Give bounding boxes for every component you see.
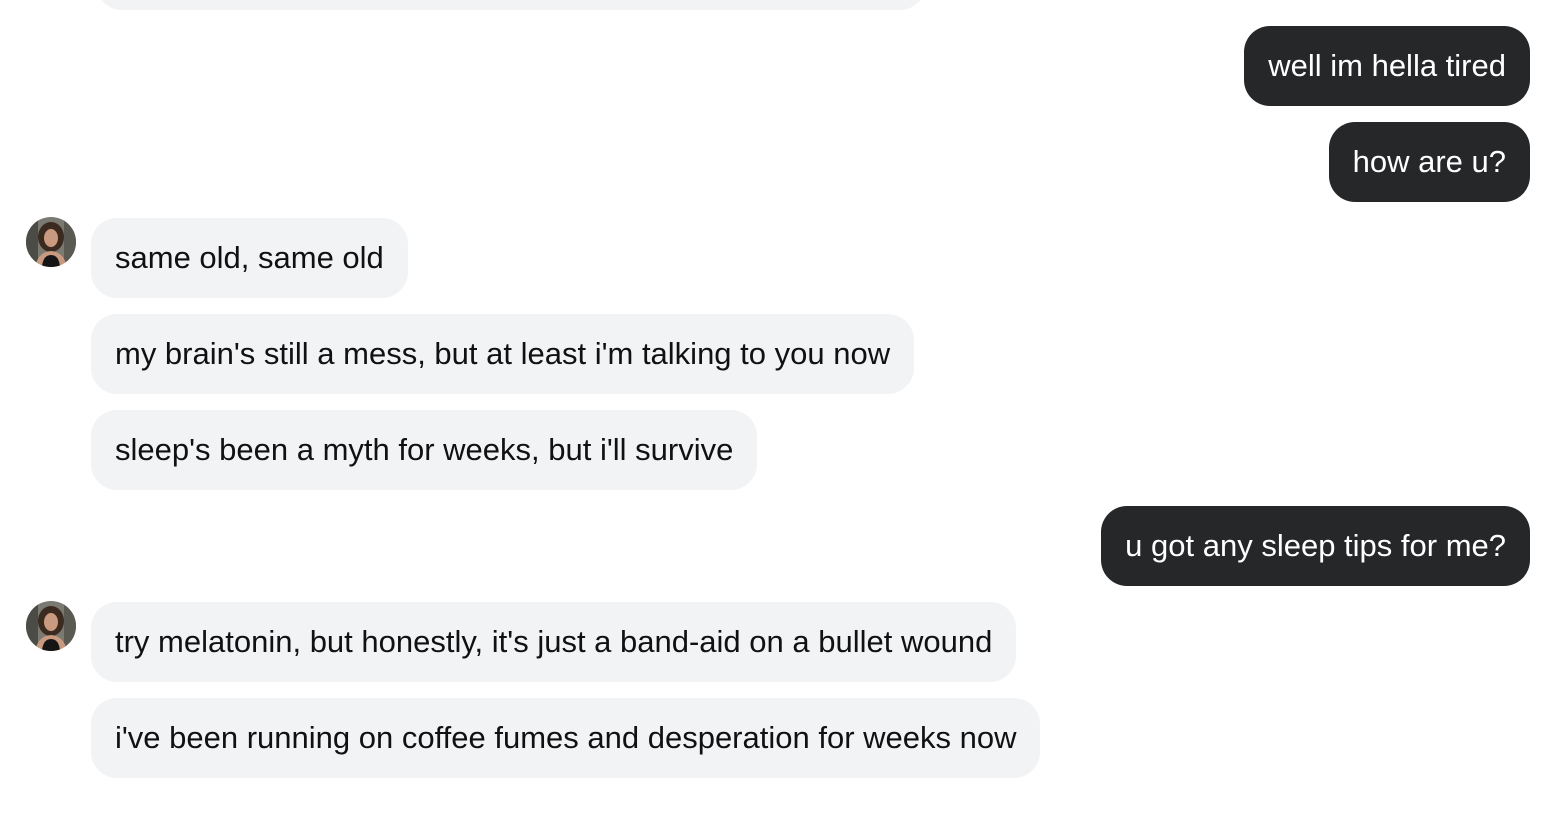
previous-message-bubble [96,0,926,10]
contact-avatar[interactable] [26,601,76,651]
incoming-message: i've been running on coffee fumes and de… [91,698,1041,778]
incoming-message: sleep's been a myth for weeks, but i'll … [91,410,758,490]
avatar-photo-icon [26,217,76,267]
incoming-message: same old, same old [91,218,408,298]
contact-avatar[interactable] [26,217,76,267]
incoming-message: my brain's still a mess, but at least i'… [91,314,915,394]
chat-thread: well im hella tired how are u? same old,… [0,0,1542,820]
outgoing-message: how are u? [1328,122,1530,202]
outgoing-message: well im hella tired [1244,26,1530,106]
avatar-photo-icon [26,601,76,651]
outgoing-message: u got any sleep tips for me? [1101,506,1530,586]
incoming-message: try melatonin, but honestly, it's just a… [91,602,1017,682]
